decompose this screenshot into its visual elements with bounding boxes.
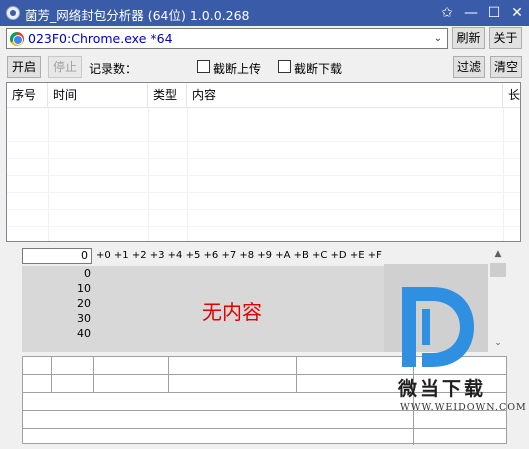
packet-list-header: 序号 时间 类型 内容 长 <box>7 83 520 108</box>
maximize-button[interactable]: ☐ <box>483 2 505 24</box>
cut-upload-label: 截断上传 <box>213 62 262 76</box>
grid-line <box>93 357 94 393</box>
watermark-logo-icon <box>402 287 474 367</box>
scroll-down-icon[interactable]: ⌄ <box>489 336 507 350</box>
empty-row <box>7 210 520 227</box>
hex-row-offset: 20 <box>77 297 91 310</box>
pin-button[interactable]: ✩ <box>436 2 458 24</box>
title-bar: 菌芳_网络封包分析器 (64位) 1.0.0.268 ✩ — ☐ ✕ <box>0 0 529 26</box>
empty-row <box>7 125 520 142</box>
column-header-content[interactable]: 内容 <box>187 83 503 108</box>
watermark-name: 微当下载 <box>398 378 487 400</box>
cut-download-checkbox[interactable] <box>278 60 291 73</box>
clear-button[interactable]: 清空 <box>490 56 522 78</box>
chrome-icon <box>10 32 24 46</box>
process-select[interactable]: 023F0:Chrome.exe *64 ⌄ <box>6 28 448 49</box>
refresh-button[interactable]: 刷新 <box>452 27 485 49</box>
empty-message: 无内容 <box>202 300 262 324</box>
cut-upload-checkbox[interactable] <box>197 60 210 73</box>
start-button[interactable]: 开启 <box>7 56 41 78</box>
hex-offset-column: 0 10 20 30 40 <box>22 266 94 352</box>
empty-row <box>7 142 520 159</box>
grid-line <box>296 357 297 393</box>
hex-scrollbar[interactable]: ▲ ⌄ <box>489 247 507 352</box>
cut-download-label: 截断下载 <box>294 62 343 76</box>
grid-line <box>51 357 52 393</box>
empty-row <box>7 193 520 210</box>
hex-row-offset: 0 <box>84 267 91 280</box>
hex-column-headers: +0 +1 +2 +3 +4 +5 +6 +7 +8 +9 +A +B +C +… <box>96 250 382 261</box>
scroll-thumb[interactable] <box>490 263 506 277</box>
column-header-index[interactable]: 序号 <box>7 83 48 108</box>
window-title: 菌芳_网络封包分析器 (64位) 1.0.0.268 <box>25 8 250 23</box>
hex-row-offset: 30 <box>77 312 91 325</box>
watermark-url: WWW.WEIDOWN.COM <box>400 402 527 413</box>
column-header-time[interactable]: 时间 <box>48 83 148 108</box>
column-header-type[interactable]: 类型 <box>148 83 187 108</box>
close-button[interactable]: ✕ <box>506 2 528 24</box>
offset-input[interactable]: 0 <box>22 248 92 264</box>
hex-row-offset: 40 <box>77 327 91 340</box>
hex-row-offset: 10 <box>77 282 91 295</box>
grid-line <box>23 428 506 429</box>
empty-row <box>7 159 520 176</box>
record-count-label: 记录数： <box>89 62 138 76</box>
empty-row <box>7 176 520 193</box>
filter-button[interactable]: 过滤 <box>453 56 485 78</box>
scroll-up-icon[interactable]: ▲ <box>489 247 507 261</box>
watermark-logo-stem <box>402 287 416 367</box>
minimize-button[interactable]: — <box>460 2 482 24</box>
process-select-value: 023F0:Chrome.exe *64 <box>28 31 173 46</box>
packet-list[interactable]: 序号 时间 类型 内容 长 <box>6 82 521 242</box>
grid-line <box>168 357 169 393</box>
stop-button[interactable]: 停止 <box>48 56 82 78</box>
column-header-length[interactable]: 长 <box>503 83 520 108</box>
chevron-down-icon[interactable]: ⌄ <box>431 30 445 47</box>
watermark-logo-inner <box>422 309 430 345</box>
app-icon <box>6 6 20 20</box>
about-button[interactable]: 关于 <box>489 27 522 49</box>
